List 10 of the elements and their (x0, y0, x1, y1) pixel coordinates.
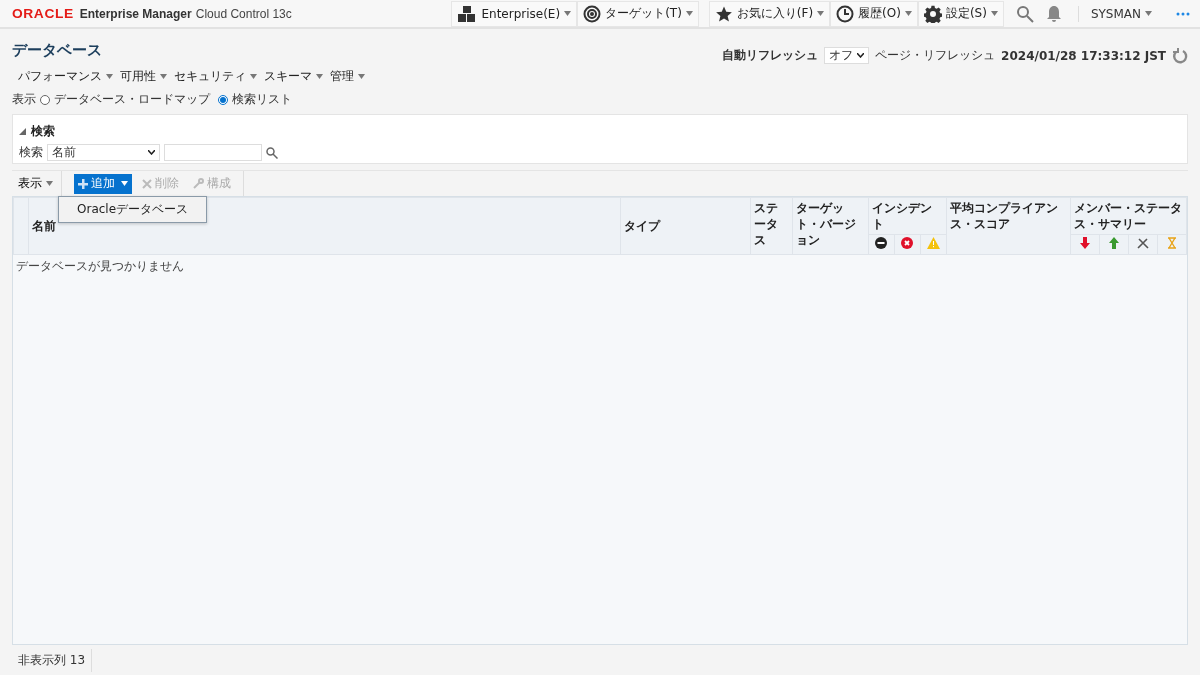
auto-refresh-label: 自動リフレッシュ (722, 47, 819, 64)
empty-message: データベースが見つかりません (15, 258, 185, 276)
search-label: 検索 (19, 144, 43, 161)
refresh-time: 2024/01/28 17:33:12 JST (1001, 48, 1166, 63)
page-title: データベース (12, 41, 102, 60)
product-name: Enterprise Manager (79, 6, 192, 21)
brand-logo: ORACLE (12, 6, 74, 21)
product-edition: Cloud Control 13c (195, 6, 292, 21)
view-label: 表示 (12, 91, 36, 108)
refresh-label: ページ・リフレッシュ (875, 47, 996, 64)
